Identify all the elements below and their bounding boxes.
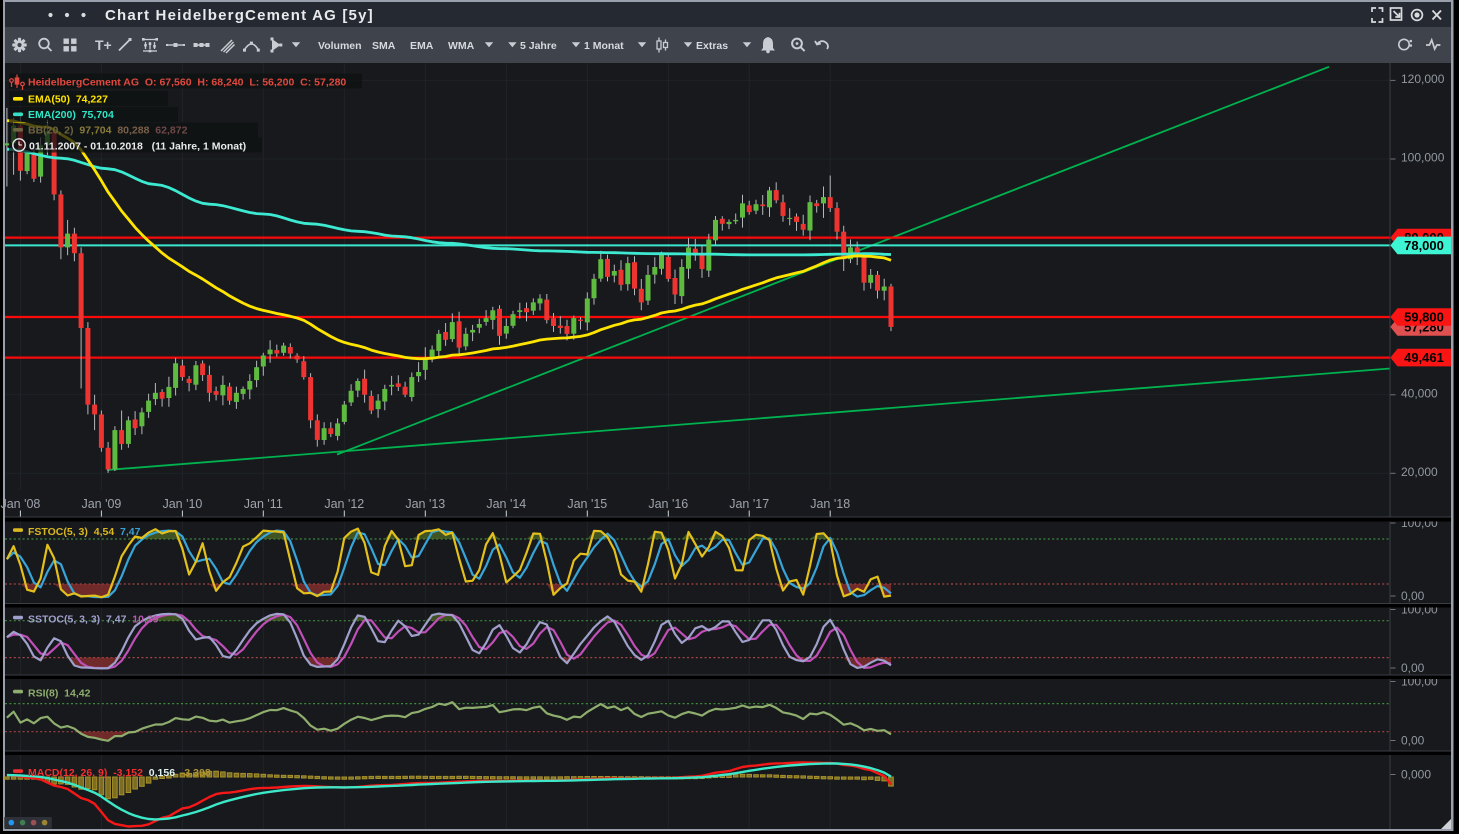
svg-text:BB(20, 2) 97,704 80,288 62,: BB(20, 2) 97,704 80,288 62,872 bbox=[28, 125, 188, 137]
svg-text:Jan '12: Jan '12 bbox=[324, 497, 364, 511]
svg-text:SSTOC(5, 3, 3) 7,47 10,39: SSTOC(5, 3, 3) 7,47 10,39 bbox=[28, 614, 159, 626]
svg-text:RSI(8) 14,42: RSI(8) 14,42 bbox=[28, 688, 91, 700]
svg-text:49,461: 49,461 bbox=[1404, 350, 1444, 365]
svg-text:WMA: WMA bbox=[448, 40, 475, 52]
svg-text:0,00: 0,00 bbox=[1401, 589, 1425, 603]
svg-text:Jan '08: Jan '08 bbox=[0, 497, 40, 511]
svg-text:0,00: 0,00 bbox=[1401, 661, 1425, 675]
svg-text:78,000: 78,000 bbox=[1404, 238, 1444, 253]
svg-text:Jan '13: Jan '13 bbox=[405, 497, 445, 511]
svg-text:HeidelbergCement AG O: 67,560: HeidelbergCement AG O: 67,560 H: 68,240 … bbox=[28, 77, 346, 89]
svg-text:Chart HeidelbergCement AG [5y]: Chart HeidelbergCement AG [5y] bbox=[105, 7, 374, 24]
svg-text:Jan '17: Jan '17 bbox=[729, 497, 769, 511]
svg-text:Extras: Extras bbox=[696, 40, 728, 52]
svg-text:T+: T+ bbox=[95, 37, 112, 53]
svg-text:5 Jahre: 5 Jahre bbox=[520, 40, 557, 52]
svg-text:Jan '18: Jan '18 bbox=[810, 497, 850, 511]
svg-text:40,000: 40,000 bbox=[1401, 386, 1438, 400]
svg-text:Jan '10: Jan '10 bbox=[162, 497, 202, 511]
svg-text:Jan '09: Jan '09 bbox=[81, 497, 121, 511]
svg-text:20,000: 20,000 bbox=[1401, 465, 1438, 479]
svg-text:Jan '16: Jan '16 bbox=[648, 497, 688, 511]
svg-text:0,00: 0,00 bbox=[1401, 734, 1425, 748]
svg-text:Jan '15: Jan '15 bbox=[567, 497, 607, 511]
svg-text:0,000: 0,000 bbox=[1401, 768, 1431, 782]
svg-text:Jan '11: Jan '11 bbox=[244, 497, 283, 511]
svg-text:100,000: 100,000 bbox=[1401, 151, 1445, 165]
svg-text:EMA(50) 74,227: EMA(50) 74,227 bbox=[28, 94, 108, 106]
svg-text:Volumen: Volumen bbox=[318, 40, 362, 52]
svg-text:SMA: SMA bbox=[372, 40, 396, 52]
svg-text:EMA: EMA bbox=[410, 40, 434, 52]
svg-text:EMA(200) 75,704: EMA(200) 75,704 bbox=[28, 109, 114, 121]
svg-text:1 Monat: 1 Monat bbox=[584, 40, 624, 52]
svg-text:FSTOC(5, 3) 4,54 7,47: FSTOC(5, 3) 4,54 7,47 bbox=[28, 526, 141, 538]
svg-text:Jan '14: Jan '14 bbox=[486, 497, 526, 511]
svg-text:MACD(12, 26, 9) -3,152 0,156: MACD(12, 26, 9) -3,152 0,156 -3,308 bbox=[28, 767, 211, 779]
svg-text:01.11.2007 - 01.10.2018 (11: 01.11.2007 - 01.10.2018 (11 Jahre, 1 Mon… bbox=[29, 141, 246, 153]
svg-text:120,000: 120,000 bbox=[1401, 72, 1445, 86]
svg-text:59,800: 59,800 bbox=[1404, 310, 1444, 325]
